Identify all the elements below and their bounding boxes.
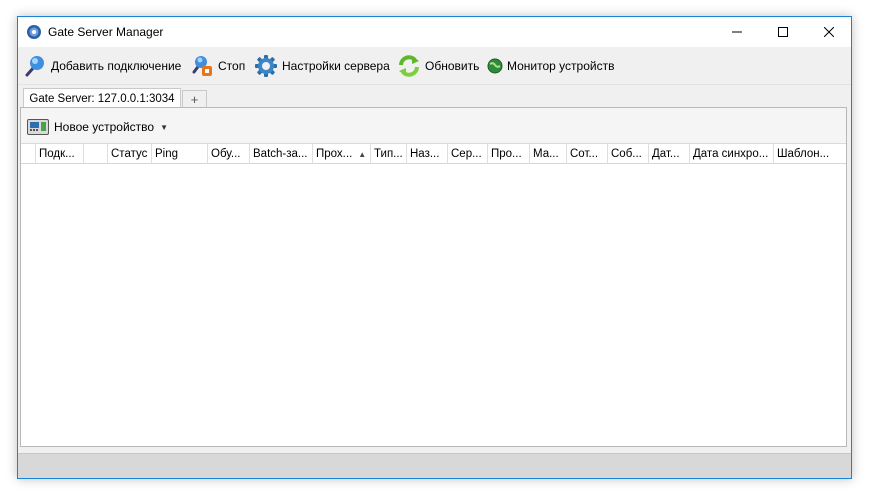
close-icon [824,27,834,37]
column-header-sorted[interactable]: Прох... ▲ [313,144,371,164]
column-header[interactable]: Дата синхро... [690,144,774,164]
tab-gate-server-label: Gate Server: 127.0.0.1:3034 [29,93,175,105]
devices-grid-body[interactable] [21,165,846,446]
new-device-dropdown[interactable]: Новое устройство ▼ [27,117,168,137]
column-header[interactable]: Дат... [649,144,690,164]
column-header[interactable]: Шаблон... [774,144,840,164]
maximize-icon [778,27,788,37]
window-title: Gate Server Manager [48,25,164,39]
column-header[interactable]: Тип... [371,144,407,164]
column-header[interactable]: Сер... [448,144,488,164]
minimize-icon [732,31,742,33]
refresh-button[interactable]: Обновить [397,53,479,79]
plus-icon: + [190,92,199,107]
monitor-globe-icon [487,58,503,74]
close-button[interactable] [806,17,852,47]
column-header[interactable]: Batch-за... [250,144,313,164]
tab-gate-server[interactable]: Gate Server: 127.0.0.1:3034 [23,88,181,109]
column-header-label: Прох... [316,148,353,160]
add-connection-label: Добавить подключение [51,59,182,73]
column-header[interactable]: Ping [152,144,208,164]
stop-button[interactable]: Стоп [190,53,245,79]
new-device-label: Новое устройство [54,120,155,134]
column-header[interactable]: Соб... [608,144,649,164]
column-header[interactable]: Наз... [407,144,448,164]
devices-panel: Новое устройство ▼ Подк... Статус Ping О… [20,107,847,447]
column-header[interactable] [21,144,36,164]
main-toolbar: Добавить подключение Стоп Настройки серв… [18,47,851,85]
device-monitor-button[interactable]: Монитор устройств [487,53,614,79]
server-settings-label: Настройки сервера [282,59,390,73]
devices-toolbar: Новое устройство ▼ [21,108,846,144]
app-logo-icon [26,24,42,40]
maximize-button[interactable] [760,17,806,47]
column-header[interactable]: Сот... [567,144,608,164]
status-bar [18,453,851,478]
column-header[interactable]: Обу... [208,144,250,164]
title-bar[interactable]: Gate Server Manager [18,17,851,47]
add-connection-button[interactable]: Добавить подключение [23,53,181,79]
column-header[interactable]: Подк... [36,144,84,164]
column-header[interactable]: Ма... [530,144,567,164]
sort-ascending-icon: ▲ [358,149,367,159]
chevron-down-icon: ▼ [160,122,169,132]
minimize-button[interactable] [714,17,760,47]
add-connection-icon [25,56,44,77]
device-monitor-label: Монитор устройств [507,59,615,73]
stop-connection-icon [192,56,212,76]
column-header[interactable]: Статус [108,144,152,164]
add-tab-button[interactable]: + [182,90,207,108]
server-settings-button[interactable]: Настройки сервера [254,53,390,79]
devices-grid-header: Подк... Статус Ping Обу... Batch-за... П… [21,144,846,164]
gear-icon [255,55,277,77]
stop-label: Стоп [218,59,246,73]
refresh-icon [399,55,419,77]
column-header[interactable]: Про... [488,144,530,164]
column-header[interactable] [84,144,108,164]
connection-tabs: Gate Server: 127.0.0.1:3034 + [18,85,851,114]
device-terminal-icon [27,119,49,135]
app-window: Gate Server Manager Добавить подключение [17,16,852,479]
refresh-label: Обновить [425,59,480,73]
